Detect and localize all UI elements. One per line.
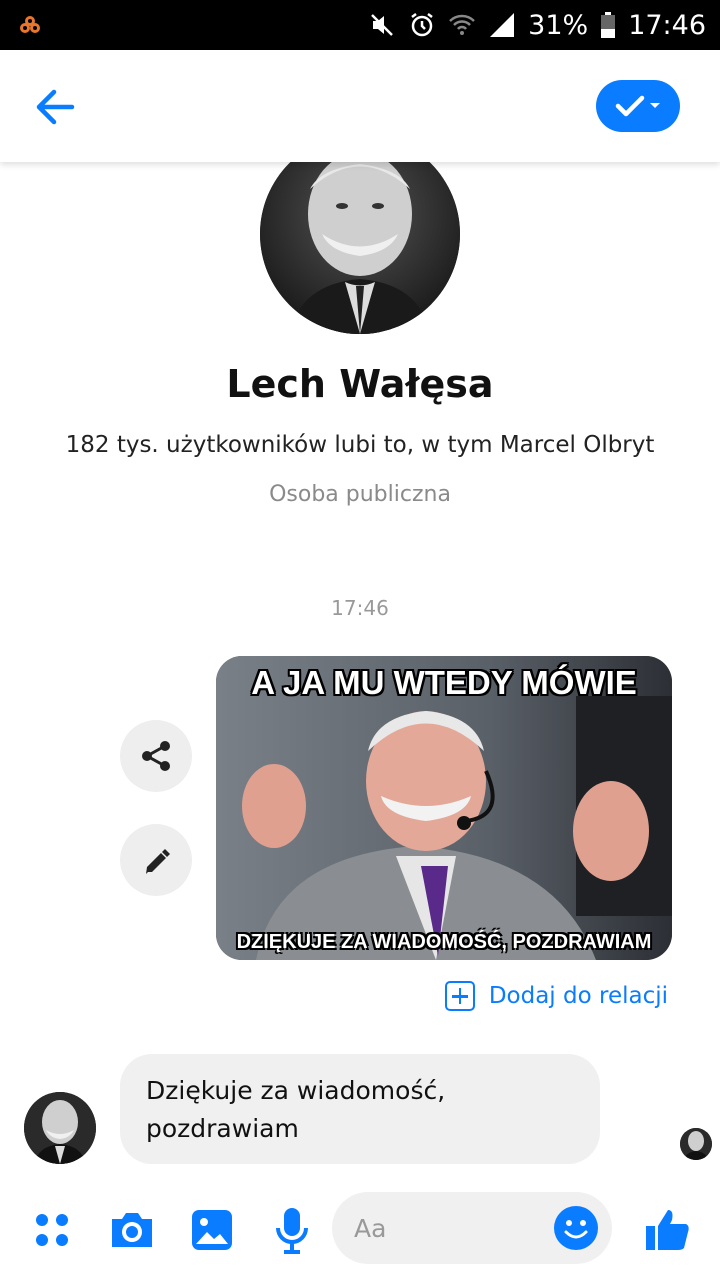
add-story-label: Dodaj do relacji (488, 983, 668, 1009)
seen-indicator-avatar (680, 1128, 712, 1160)
emoji-button[interactable] (554, 1206, 598, 1250)
meme-top-text: A JA MU WTEDY MÓWIE (251, 664, 637, 701)
meme-image[interactable]: A JA MU WTEDY MÓWIE DZIĘKUJE ZA WIADOMOŚ… (216, 656, 672, 960)
composer-bar (0, 1190, 720, 1270)
profile-photo[interactable] (260, 134, 460, 334)
battery-percent: 31% (528, 9, 589, 41)
gallery-button[interactable] (184, 1202, 240, 1258)
microphone-icon (276, 1208, 308, 1254)
like-button[interactable] (640, 1202, 696, 1258)
profile-likes: 182 tys. użytkowników lubi to, w tym Mar… (65, 432, 655, 458)
emoji-icon (564, 1220, 588, 1239)
message-timestamp: 17:46 (331, 596, 389, 620)
add-to-story-button[interactable]: Dodaj do relacji (444, 978, 668, 1014)
add-story-icon (444, 981, 475, 1011)
profile-name: Lech Wałęsa (226, 362, 494, 406)
conversation-header (0, 50, 720, 162)
sender-avatar[interactable] (24, 1092, 96, 1164)
arrow-left-icon (36, 89, 75, 125)
message-input[interactable] (354, 1202, 544, 1254)
pencil-icon (146, 849, 170, 874)
meme-bottom-text: DZIĘKUJE ZA WIADOMOŚĆ, POZDRAWIAM (236, 931, 652, 953)
wifi-icon (448, 11, 476, 39)
mute-icon (368, 11, 396, 39)
profile-category: Osoba publiczna (269, 482, 451, 507)
signal-icon (488, 11, 516, 39)
back-button[interactable] (28, 80, 82, 134)
more-button[interactable] (24, 1202, 80, 1258)
mark-read-button[interactable] (596, 80, 680, 132)
alarm-icon (408, 11, 436, 39)
camera-button[interactable] (104, 1202, 160, 1258)
voice-button[interactable] (264, 1202, 320, 1258)
gallery-icon (192, 1210, 232, 1250)
received-message-bubble[interactable]: Dziękuje za wiadomość, pozdrawiam (120, 1054, 600, 1164)
check-dropdown-icon (615, 95, 660, 117)
status-icons: 31% 17:46 (368, 0, 706, 50)
message-input-container (332, 1192, 612, 1264)
camera-icon (112, 1213, 152, 1247)
share-icon (142, 741, 170, 771)
messenger-screen: 31% 17:46 Lech Wałęsa 182 tys. użytkowni… (0, 0, 720, 1280)
thumbs-up-icon (646, 1210, 689, 1250)
notification-icon (18, 14, 42, 38)
edit-button[interactable] (120, 824, 192, 896)
clock: 17:46 (628, 9, 706, 41)
battery-icon (600, 11, 616, 39)
more-icon (36, 1214, 68, 1246)
status-bar: 31% 17:46 (0, 0, 720, 50)
share-button[interactable] (120, 720, 192, 792)
